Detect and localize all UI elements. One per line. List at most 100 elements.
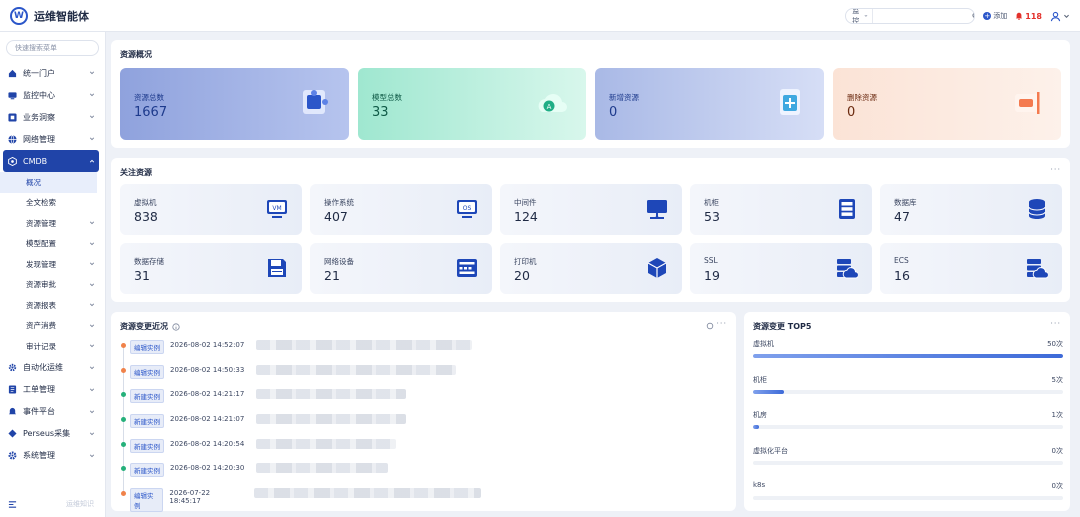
more-icon[interactable]: ··· (716, 319, 727, 328)
focus-card-ecs[interactable]: ECS 16 (880, 243, 1062, 294)
card-total-models[interactable]: 模型总数 33 A (358, 68, 586, 140)
chevron-down-icon (89, 303, 95, 307)
sidebar-item-tickets[interactable]: 工单管理 (0, 379, 105, 401)
submenu-fulltext-search[interactable]: 全文检索 (0, 193, 105, 214)
top5-item-count: 0次 (1051, 446, 1063, 455)
delete-resource-icon (1015, 92, 1040, 114)
progress-track (753, 460, 1063, 465)
chevron-down-icon (89, 137, 95, 141)
panel-title: 资源概况 (120, 50, 152, 59)
focus-card-database[interactable]: 数据库 47 (880, 184, 1062, 235)
progress-fill (753, 354, 1063, 358)
chevron-down-icon (89, 365, 95, 369)
alerts-button[interactable]: 118 (1015, 12, 1042, 21)
vm-icon: VM (267, 200, 287, 218)
global-search-input[interactable] (873, 9, 973, 23)
card-value: 47 (894, 209, 910, 224)
card-total-resources[interactable]: 资源总数 1667 (120, 68, 349, 140)
change-row[interactable]: 新建实例 2026-08-02 14:20:54 (121, 438, 481, 464)
top5-item[interactable]: 机房 1次 (753, 410, 1063, 429)
sidebar-item-insight[interactable]: 业务洞察 (0, 106, 105, 128)
add-button[interactable]: + 添加 (983, 11, 1007, 21)
sidebar-item-perseus[interactable]: Perseus采集 (0, 423, 105, 445)
submenu-discovery[interactable]: 发现管理 (0, 254, 105, 275)
change-row[interactable]: 新建实例 2026-08-02 14:21:17 (121, 389, 481, 414)
focus-card-middleware[interactable]: 中间件 124 (500, 184, 682, 235)
focus-card-printer[interactable]: 打印机 20 (500, 243, 682, 294)
sidebar-item-label: 事件平台 (23, 407, 55, 416)
menu-search-input[interactable]: 快速搜索菜单 (6, 40, 99, 56)
top5-item-label: 虚拟机 (753, 340, 774, 348)
app-logo[interactable]: W (10, 6, 28, 25)
top5-item[interactable]: 机柜 5次 (753, 375, 1063, 394)
submenu-audit[interactable]: 审计记录 (0, 336, 105, 357)
sidebar-item-label: 自动化运维 (23, 363, 63, 372)
submenu-resource-management[interactable]: 资源管理 (0, 213, 105, 234)
submenu-asset-consumption[interactable]: 资产消费 (0, 316, 105, 337)
submenu-model-config[interactable]: 模型配置 (0, 234, 105, 255)
change-type-tag: 编辑实例 (130, 340, 164, 354)
sidebar-item-portal[interactable]: 统一门户 (0, 62, 105, 84)
card-label: 操作系统 (324, 198, 354, 207)
sidebar: 快速搜索菜单 统一门户 监控中心 业务洞察 网络管理 CMDB 概况 全文检索 … (0, 32, 106, 517)
redacted-content (256, 438, 397, 449)
top5-item[interactable]: 虚拟化平台 0次 (753, 446, 1063, 465)
focus-card-os[interactable]: 操作系统 407 OS (310, 184, 492, 235)
sidebar-item-cmdb[interactable]: CMDB (3, 150, 99, 172)
sidebar-item-label: 系统管理 (23, 451, 55, 460)
change-row[interactable]: 编辑实例 2026-08-02 14:50:33 (121, 364, 481, 390)
sidebar-item-automation[interactable]: 自动化运维 (0, 357, 105, 379)
search-scope-select[interactable]: 监控 (846, 9, 874, 23)
sidebar-item-monitor[interactable]: 监控中心 (0, 84, 105, 106)
submenu-label: 发现管理 (26, 259, 56, 269)
sidebar-item-events[interactable]: 事件平台 (0, 401, 105, 423)
change-row[interactable]: 新建实例 2026-08-02 14:21:07 (121, 414, 481, 439)
sidebar-item-network[interactable]: 网络管理 (0, 128, 105, 150)
sidebar-item-system[interactable]: 系统管理 (0, 445, 105, 467)
info-icon[interactable] (172, 322, 180, 331)
collapse-menu-icon[interactable] (8, 500, 17, 509)
more-icon[interactable]: ··· (1050, 319, 1061, 328)
chevron-down-icon (89, 221, 95, 225)
timeline-dot (121, 441, 126, 447)
settings-icon (8, 451, 17, 460)
chevron-down-icon (89, 93, 95, 97)
submenu-approval[interactable]: 资源审批 (0, 275, 105, 296)
top5-item[interactable]: k8s 0次 (753, 481, 1063, 500)
card-new-resources[interactable]: 新增资源 0 (595, 68, 824, 140)
sidebar-footer-text[interactable]: 运维知识 (66, 499, 94, 509)
progress-track (753, 496, 1063, 500)
focus-card-vm[interactable]: 虚拟机 838 VM (120, 184, 302, 235)
focus-card-network-device[interactable]: 网络设备 21 (310, 243, 492, 294)
diamond-icon (8, 429, 17, 438)
search-icon[interactable] (972, 12, 975, 20)
chevron-down-icon (89, 283, 95, 286)
card-label: 删除资源 (847, 93, 877, 102)
card-deleted-resources[interactable]: 删除资源 0 (833, 68, 1061, 140)
card-label: 打印机 (514, 257, 537, 266)
change-time: 2026-08-02 14:20:54 (170, 439, 245, 448)
user-menu[interactable] (1050, 11, 1070, 22)
sidebar-item-label: 业务洞察 (23, 112, 55, 122)
change-row[interactable]: 编辑实例 2026-08-02 14:52:07 (121, 340, 481, 365)
topbar-right: 监控 + 添加 118 (845, 0, 1070, 32)
change-row[interactable]: 新建实例 2026-08-02 14:20:30 (121, 463, 481, 488)
change-time: 2026-08-02 14:21:07 (170, 415, 245, 424)
puzzle-icon (303, 90, 328, 114)
change-row[interactable]: 编辑实例 2026-07-22 18:45:17 (121, 488, 481, 513)
os-icon: OS (457, 200, 477, 218)
refresh-icon[interactable] (706, 322, 714, 330)
card-value: 33 (372, 105, 389, 120)
top5-item[interactable]: 虚拟机 50次 (753, 339, 1063, 358)
focus-card-ssl[interactable]: SSL 19 (690, 243, 872, 294)
sidebar-item-label: CMDB (23, 156, 48, 166)
more-icon[interactable]: ··· (1050, 165, 1061, 174)
focus-card-storage[interactable]: 数据存储 31 (120, 243, 302, 294)
submenu-overview[interactable]: 概况 (0, 172, 97, 193)
change-type-tag: 新建实例 (130, 389, 164, 404)
submenu-report[interactable]: 资源报表 (0, 295, 105, 316)
focus-card-cabinet[interactable]: 机柜 53 (690, 184, 872, 235)
card-label: 中间件 (514, 198, 537, 207)
timeline-dot (121, 491, 126, 497)
panel-title: 资源变更 TOP5 (753, 322, 812, 331)
